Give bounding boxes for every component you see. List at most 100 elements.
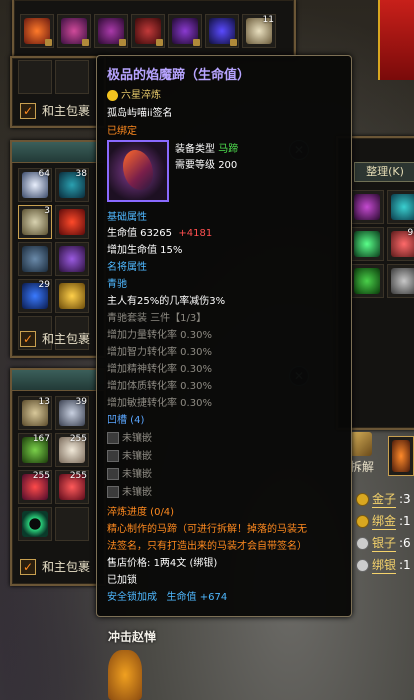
decompose-slot[interactable] xyxy=(388,436,414,476)
bag-grid: 98 xyxy=(350,190,414,298)
currency-label: 银子 xyxy=(372,536,397,552)
locked-status: 已加锁 xyxy=(107,575,137,586)
bag-slot[interactable] xyxy=(55,279,89,313)
currency-value: :3 xyxy=(399,492,411,506)
bag-slot[interactable]: 255 xyxy=(18,470,52,504)
merge-checkbox[interactable]: ✓ xyxy=(20,558,36,575)
merge-main-bag-row[interactable]: ✓ 和主包裹 xyxy=(20,330,90,347)
socket-row: 未镶嵌 xyxy=(107,447,152,462)
merge-label: 和主包裹 xyxy=(42,104,91,118)
bag-slot[interactable] xyxy=(350,227,384,261)
refine-note: 精心制作的马蹄（可进行拆解！掉落的马装无 xyxy=(107,524,307,535)
bag-slot[interactable] xyxy=(94,14,128,48)
bound-status: 已绑定 xyxy=(107,126,137,137)
set-attr: 增加敏捷转化率 0.30% xyxy=(107,398,212,409)
bag-slot[interactable] xyxy=(131,14,165,48)
bag-grid: 13 39 167 255 255 255 xyxy=(18,396,89,541)
bag-slot[interactable] xyxy=(350,190,384,224)
player-name[interactable]: 冲击赵惮 xyxy=(108,628,156,645)
general-attr-header: 名将属性 xyxy=(107,262,147,273)
bag-slot-empty[interactable] xyxy=(18,60,52,94)
panel-title-bar xyxy=(12,142,104,163)
decompose-label: 拆解 xyxy=(350,460,375,474)
empty-socket-icon xyxy=(107,486,119,498)
player-avatar[interactable] xyxy=(108,650,142,700)
merge-main-bag-row[interactable]: ✓ 和主包裹 xyxy=(20,102,90,119)
side-banner xyxy=(378,0,414,80)
gold-coin-icon xyxy=(356,492,369,506)
bag-slot[interactable] xyxy=(57,14,91,48)
bag-slot[interactable] xyxy=(18,507,52,541)
bag-slot[interactable] xyxy=(20,14,54,48)
merge-checkbox[interactable]: ✓ xyxy=(20,330,36,347)
set-attr: 增加体质转化率 0.30% xyxy=(107,381,212,392)
temper-star-line: 六星淬炼 xyxy=(107,86,161,101)
bag-slot[interactable]: 38 xyxy=(55,168,89,202)
bag-slot[interactable] xyxy=(55,205,89,239)
smiley-icon xyxy=(107,89,118,101)
empty-socket-icon xyxy=(107,450,119,462)
item-image xyxy=(107,140,169,202)
bag-slot[interactable] xyxy=(55,242,89,276)
bag-slot[interactable]: 3 xyxy=(18,205,52,239)
item-count: 3 xyxy=(44,206,50,216)
item-count: 29 xyxy=(38,280,50,290)
item-title: 极品的焰魔蹄（生命值） xyxy=(107,68,251,83)
bag-slot[interactable]: 29 xyxy=(18,279,52,313)
bag-slot[interactable]: 98 xyxy=(387,227,414,261)
item-count: 39 xyxy=(75,397,87,407)
currency-label: 绑金 xyxy=(372,514,397,530)
bag-slot-empty[interactable] xyxy=(55,507,89,541)
currency-gold: 金子:3 xyxy=(356,490,411,508)
item-count: 64 xyxy=(38,169,50,179)
signature: 孤岛屿喵ii签名 xyxy=(107,108,173,119)
sort-button[interactable]: 整理(K) xyxy=(354,162,414,182)
bag-slot[interactable] xyxy=(387,190,414,224)
bag-slot[interactable] xyxy=(205,14,239,48)
sell-price: 售店价格: 1两4文 (绑银) xyxy=(107,558,218,569)
socket-row: 未镶嵌 xyxy=(107,429,152,444)
merge-checkbox[interactable]: ✓ xyxy=(20,102,36,119)
left-bag-panel-top: ✓ 和主包裹 xyxy=(10,56,106,128)
empty-socket-icon xyxy=(107,432,119,444)
bag-slot[interactable]: 255 xyxy=(55,470,89,504)
merge-main-bag-row[interactable]: ✓ 和主包裹 xyxy=(20,558,90,575)
top-bag-strip: 11 xyxy=(12,0,296,58)
panel-title-bar xyxy=(12,370,104,391)
bag-slot[interactable] xyxy=(18,242,52,276)
currency-bound-gold: 绑金:1 xyxy=(356,512,411,530)
currency-bound-silver: 绑银:1 xyxy=(356,556,411,574)
item-count: 255 xyxy=(69,471,87,481)
qingchi-header: 青驰 xyxy=(107,279,127,290)
currency-label: 金子 xyxy=(372,492,397,508)
item-count: 167 xyxy=(32,434,50,444)
bag-slot[interactable]: 255 xyxy=(55,433,89,467)
bag-grid xyxy=(18,60,89,94)
bag-slot-empty[interactable] xyxy=(55,60,89,94)
left-bag-panel-bottom: 13 39 167 255 255 255 ✓ 和主包裹 xyxy=(10,368,106,586)
currency-silver: 银子:6 xyxy=(356,534,411,552)
set-attr: 增加力量转化率 0.30% xyxy=(107,330,212,341)
bag-slot[interactable] xyxy=(350,264,384,298)
hp-line: 生命值 63265 +4181 xyxy=(107,228,213,239)
bag-slot[interactable]: 11 xyxy=(242,14,276,48)
temper-progress: 淬炼进度 (0/4) xyxy=(107,507,175,518)
silver-coin-icon xyxy=(356,536,369,550)
bag-slot[interactable]: 39 xyxy=(55,396,89,430)
bag-slot[interactable] xyxy=(168,14,202,48)
bag-grid: 64 38 3 29 xyxy=(18,168,89,350)
empty-socket-icon xyxy=(107,468,119,480)
currency-value: :1 xyxy=(399,558,411,572)
bag-slot[interactable] xyxy=(387,264,414,298)
refine-note: 法签名，只有打造出来的马装才会自带签名） xyxy=(107,541,307,552)
item-count: 255 xyxy=(32,471,50,481)
merge-label: 和主包裹 xyxy=(42,560,91,574)
item-count: 11 xyxy=(262,15,274,25)
silver-coin-icon xyxy=(356,558,369,572)
bag-slot[interactable]: 64 xyxy=(18,168,52,202)
bag-slot[interactable]: 13 xyxy=(18,396,52,430)
bag-slot[interactable]: 167 xyxy=(18,433,52,467)
qingchi-effect: 主人有25%的几率减伤3% xyxy=(107,296,226,307)
equip-type: 装备类型 马蹄 xyxy=(175,144,239,155)
lock-bonus: 安全锁加成 生命值 +674 xyxy=(107,592,228,603)
